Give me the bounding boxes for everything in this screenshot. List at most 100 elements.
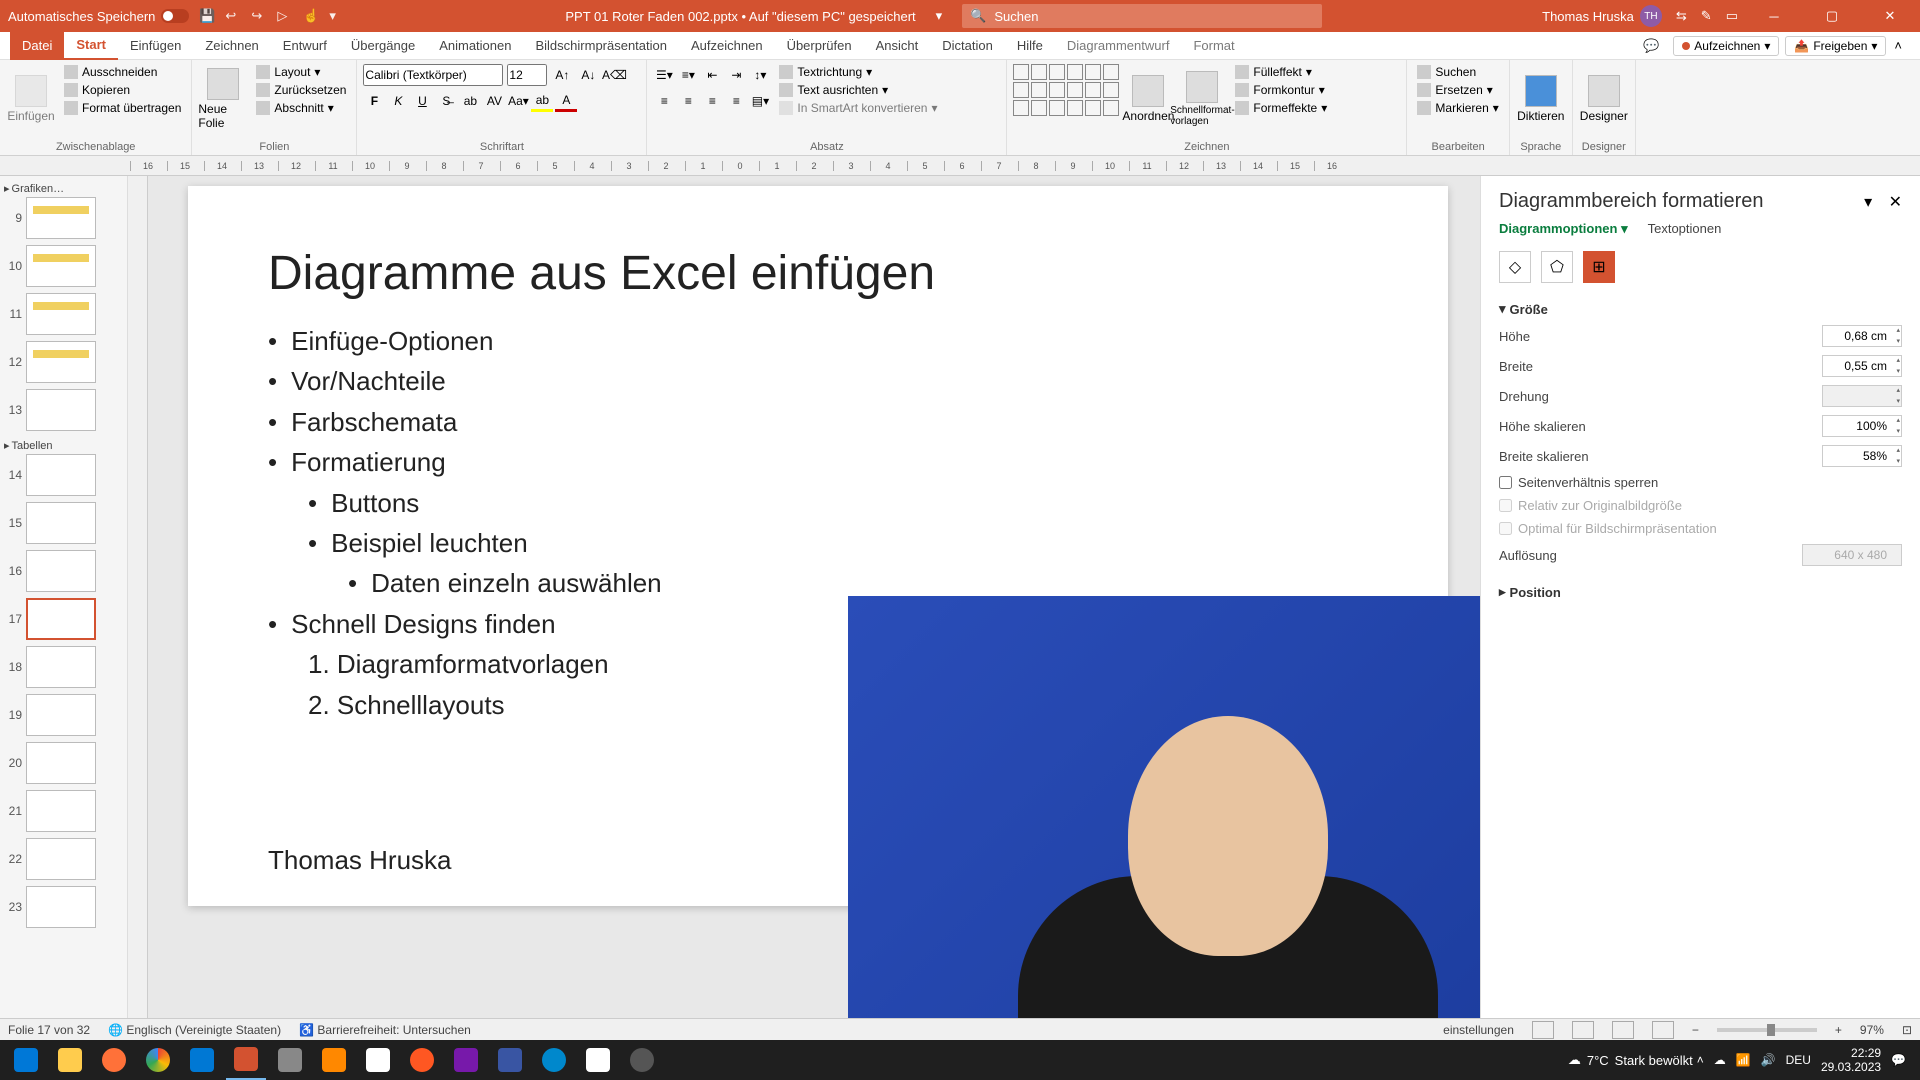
find-button[interactable]: Suchen (1413, 64, 1502, 80)
clear-formatting-icon[interactable]: A⌫ (603, 64, 625, 86)
shape-fill-button[interactable]: Fülleffekt ▾ (1231, 64, 1331, 80)
undo-icon[interactable]: ↩ (225, 8, 241, 24)
size-section-header[interactable]: ▾ Größe (1499, 297, 1902, 321)
fit-to-window-icon[interactable]: ⊡ (1902, 1023, 1912, 1037)
app-icon[interactable] (402, 1040, 442, 1080)
tray-chevron-icon[interactable]: ˄ (1697, 1053, 1704, 1067)
zoom-in-icon[interactable]: + (1835, 1023, 1842, 1037)
columns-icon[interactable]: ▤▾ (749, 90, 771, 112)
size-properties-icon[interactable]: ⊞ (1583, 251, 1615, 283)
weather-widget[interactable]: ☁ 7°C Stark bewölkt (1568, 1052, 1693, 1068)
underline-button[interactable]: U (411, 90, 433, 112)
thumb-17[interactable]: 17 (4, 598, 123, 640)
telegram-icon[interactable] (534, 1040, 574, 1080)
minimize-button[interactable]: ─ (1752, 0, 1796, 32)
quick-styles-button[interactable]: Schnellformat-vorlagen (1177, 64, 1227, 134)
comments-icon[interactable]: 💬 (1635, 38, 1667, 54)
visio-icon[interactable] (490, 1040, 530, 1080)
display-settings[interactable]: einstellungen (1443, 1023, 1514, 1037)
fill-line-icon[interactable]: ◇ (1499, 251, 1531, 283)
title-dropdown-icon[interactable]: ▾ (936, 8, 943, 24)
layout-button[interactable]: Layout ▾ (252, 64, 350, 80)
powerpoint-icon[interactable] (226, 1040, 266, 1080)
scale-height-input[interactable] (1822, 415, 1902, 437)
cut-button[interactable]: Ausschneiden (60, 64, 185, 80)
align-left-icon[interactable]: ≡ (653, 90, 675, 112)
window-layout-icon[interactable]: ▭ (1726, 8, 1738, 24)
position-section-header[interactable]: ▸ Position (1499, 580, 1902, 604)
font-size-select[interactable] (507, 64, 547, 86)
tab-dictation[interactable]: Dictation (930, 32, 1005, 60)
smartart-button[interactable]: In SmartArt konvertieren ▾ (775, 100, 941, 116)
zoom-out-icon[interactable]: − (1692, 1023, 1699, 1037)
tab-help[interactable]: Hilfe (1005, 32, 1055, 60)
tab-file[interactable]: Datei (10, 32, 64, 60)
app-icon[interactable] (578, 1040, 618, 1080)
tab-animations[interactable]: Animationen (427, 32, 523, 60)
section-header[interactable]: ▸ Tabellen (4, 437, 123, 454)
increase-font-icon[interactable]: A↑ (551, 64, 573, 86)
shapes-gallery[interactable] (1013, 64, 1119, 116)
accessibility-checker[interactable]: ♿ Barrierefreiheit: Untersuchen (299, 1023, 471, 1037)
align-right-icon[interactable]: ≡ (701, 90, 723, 112)
text-direction-button[interactable]: Textrichtung ▾ (775, 64, 941, 80)
normal-view-icon[interactable] (1532, 1021, 1554, 1039)
select-button[interactable]: Markieren ▾ (1413, 100, 1502, 116)
slide-canvas[interactable]: Diagramme aus Excel einfügen Einfüge-Opt… (128, 176, 1480, 1022)
collapse-ribbon-icon[interactable]: ˄ (1886, 38, 1910, 53)
close-button[interactable]: ✕ (1868, 0, 1912, 32)
slide-thumbnails-panel[interactable]: ▸ Grafiken… 9 10 11 12 13 ▸ Tabellen 14 … (0, 176, 128, 1022)
network-icon[interactable]: 📶 (1736, 1053, 1751, 1067)
slideshow-view-icon[interactable] (1652, 1021, 1674, 1039)
clock[interactable]: 22:29 29.03.2023 (1821, 1046, 1881, 1075)
tab-chart-design[interactable]: Diagrammentwurf (1055, 32, 1182, 60)
thumb-22[interactable]: 22 (4, 838, 123, 880)
bold-button[interactable]: F (363, 90, 385, 112)
slideshow-icon[interactable]: ▷ (277, 8, 293, 24)
start-button[interactable] (6, 1040, 46, 1080)
touch-mode-icon[interactable]: ☝ (303, 8, 319, 24)
zoom-slider[interactable] (1717, 1028, 1817, 1032)
strikethrough-button[interactable]: S̶ (435, 90, 457, 112)
app-icon[interactable] (270, 1040, 310, 1080)
slide-counter[interactable]: Folie 17 von 32 (8, 1023, 90, 1037)
pane-close-icon[interactable]: ✕ (1889, 194, 1902, 211)
app-icon[interactable] (622, 1040, 662, 1080)
thumb-10[interactable]: 10 (4, 245, 123, 287)
record-button[interactable]: Aufzeichnen ▾ (1673, 36, 1779, 56)
decrease-indent-icon[interactable]: ⇤ (701, 64, 723, 86)
align-center-icon[interactable]: ≡ (677, 90, 699, 112)
highlight-color-icon[interactable]: ab (531, 90, 553, 112)
redo-icon[interactable]: ↪ (251, 8, 267, 24)
tab-home[interactable]: Start (64, 32, 118, 60)
reset-button[interactable]: Zurücksetzen (252, 82, 350, 98)
search-box[interactable]: 🔍 (962, 4, 1322, 28)
thumb-13[interactable]: 13 (4, 389, 123, 431)
zoom-level[interactable]: 97% (1860, 1023, 1884, 1037)
align-text-button[interactable]: Text ausrichten ▾ (775, 82, 941, 98)
pane-options-icon[interactable]: ▾ (1864, 194, 1872, 211)
italic-button[interactable]: K (387, 90, 409, 112)
shape-rect-icon[interactable] (1013, 64, 1029, 80)
language-indicator[interactable]: DEU (1786, 1053, 1811, 1067)
designer-button[interactable]: Designer (1579, 64, 1629, 134)
decrease-font-icon[interactable]: A↓ (577, 64, 599, 86)
font-color-icon[interactable]: A (555, 90, 577, 112)
tab-draw[interactable]: Zeichnen (193, 32, 270, 60)
shape-effects-button[interactable]: Formeffekte ▾ (1231, 100, 1331, 116)
change-case-icon[interactable]: Aa▾ (507, 90, 529, 112)
replace-button[interactable]: Ersetzen ▾ (1413, 82, 1502, 98)
firefox-icon[interactable] (94, 1040, 134, 1080)
font-name-select[interactable] (363, 64, 503, 86)
rotation-input[interactable] (1822, 385, 1902, 407)
tab-transitions[interactable]: Übergänge (339, 32, 427, 60)
justify-icon[interactable]: ≡ (725, 90, 747, 112)
user-account[interactable]: Thomas Hruska TH (1542, 5, 1662, 27)
qat-customize-icon[interactable]: ▾ (329, 8, 345, 24)
format-painter-button[interactable]: Format übertragen (60, 100, 185, 116)
thumb-18[interactable]: 18 (4, 646, 123, 688)
app-icon[interactable] (358, 1040, 398, 1080)
reading-view-icon[interactable] (1612, 1021, 1634, 1039)
file-explorer-icon[interactable] (50, 1040, 90, 1080)
thumb-21[interactable]: 21 (4, 790, 123, 832)
